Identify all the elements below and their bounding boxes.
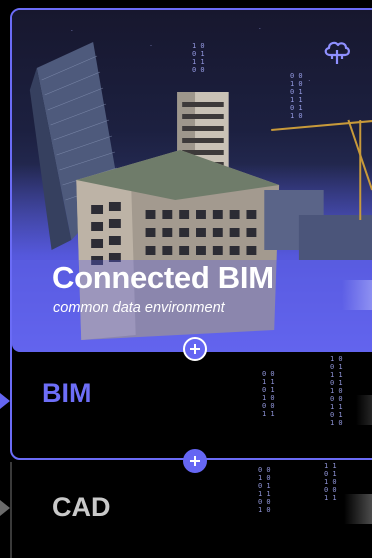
hero-fade-bar <box>342 280 372 310</box>
data-stream-decoration: 1 0 0 1 1 1 0 0 <box>192 42 205 74</box>
cad-pointer-arrow-icon <box>0 500 10 516</box>
hero-title: Connected BIM <box>52 260 274 295</box>
cad-section-label[interactable]: CAD <box>52 492 111 523</box>
data-stream-decoration: 1 1 0 1 1 0 0 0 1 1 <box>324 462 337 502</box>
screen: 1 0 0 1 1 1 0 0 0 0 1 0 0 1 1 1 0 1 1 0 … <box>0 0 372 558</box>
data-stream-decoration: 1 0 0 1 1 1 0 1 1 0 0 0 1 1 0 1 1 0 <box>330 355 343 427</box>
data-stream-decoration: 0 0 1 1 0 1 1 0 0 0 1 1 <box>262 370 275 418</box>
bim-section-label[interactable]: BIM <box>42 378 92 409</box>
cad-fade-bar <box>344 494 372 524</box>
expand-bim-button[interactable] <box>183 449 207 473</box>
bim-fade-bar <box>356 395 372 425</box>
expand-connected-bim-button[interactable] <box>183 337 207 361</box>
bim-pointer-arrow-icon <box>0 393 10 409</box>
data-stream-decoration: 0 0 1 0 0 1 1 1 0 0 1 0 <box>258 466 271 514</box>
cloud-network-icon[interactable] <box>321 36 353 68</box>
plus-icon <box>190 456 200 466</box>
plus-icon <box>190 344 200 354</box>
hero-banner: 1 0 0 1 1 1 0 0 0 0 1 0 0 1 1 1 0 1 1 0 … <box>12 10 372 352</box>
hero-subtitle: common data environment <box>53 300 225 316</box>
data-stream-decoration: 0 0 1 0 0 1 1 1 0 1 1 0 <box>290 72 303 120</box>
